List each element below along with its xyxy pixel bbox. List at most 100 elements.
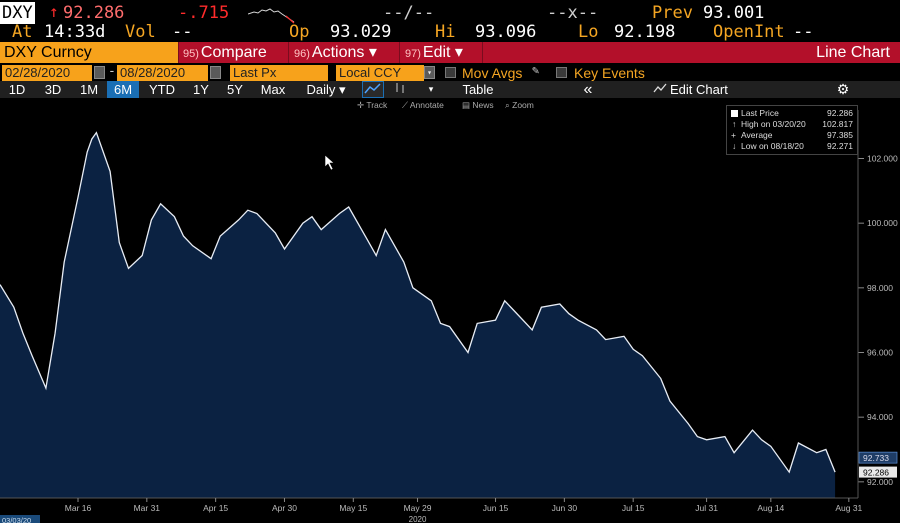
line-chart-icon[interactable] [362, 81, 384, 98]
vol-value: -- [172, 22, 193, 42]
x-tick-label: Mar 31 [134, 503, 161, 513]
up-arrow-icon: ↑ [49, 2, 59, 21]
legend-row-average: + Average 97.385 [727, 130, 857, 141]
edit-chart-icon[interactable] [652, 81, 668, 98]
white-square-icon [731, 110, 738, 117]
x-tick-label: Jun 30 [552, 503, 578, 513]
period-1d[interactable]: 1D [4, 81, 30, 98]
plus-icon: + [731, 130, 736, 140]
table-button[interactable]: Table [452, 81, 504, 98]
period-ytd[interactable]: YTD [146, 81, 178, 98]
compare-label: Compare [200, 44, 267, 61]
menu-separator [288, 42, 289, 63]
legend-row-low: ↓ Low on 08/18/20 92.271 [727, 141, 857, 152]
low-value: 92.198 [614, 22, 676, 42]
edit-number: 97) [405, 48, 421, 60]
down-arrow-icon: ↓ [732, 141, 737, 151]
date-range-dash: - [108, 64, 116, 79]
legend-row-last: Last Price 92.286 [727, 108, 857, 119]
chevron-down-icon[interactable]: ▾ [424, 66, 435, 79]
pencil-icon[interactable]: ✎ [532, 63, 539, 77]
legend-key: Low on 08/18/20 [741, 141, 804, 151]
period-max[interactable]: Max [256, 81, 290, 98]
compare-number: 95) [183, 48, 199, 60]
y-tick-label: 102.000 [867, 154, 898, 164]
low-label: Lo [578, 22, 599, 42]
currency-selector[interactable]: Local CCY [336, 65, 424, 81]
calendar-icon[interactable] [94, 66, 105, 79]
mouse-cursor-icon [324, 154, 335, 171]
x-tick-label: Apr 15 [203, 503, 228, 513]
menu-separator [482, 42, 483, 63]
edit-label: Edit ▾ [422, 44, 463, 61]
legend-value: 97.385 [827, 130, 853, 140]
price-area-fill [0, 132, 836, 498]
at-label: At [12, 22, 33, 42]
edit-button[interactable]: 97) Edit ▾ [405, 42, 463, 63]
edit-chart-button[interactable]: Edit Chart [670, 81, 740, 98]
x-tick-label: Aug 31 [835, 503, 862, 513]
x-tick-label: Jun 15 [483, 503, 509, 513]
frequency-dropdown[interactable]: Daily ▾ [298, 81, 354, 98]
first-date-label: 03/03/20 [2, 516, 31, 523]
key-events-label: Key Events [574, 65, 645, 81]
vol-label: Vol [125, 22, 156, 42]
actions-button[interactable]: 96) Actions ▾ [294, 42, 377, 63]
x-tick-label: May 29 [404, 503, 432, 513]
line-chart-area[interactable]: 102.000 100.000 98.000 96.000 94.000 92.000 Ma… [0, 98, 900, 523]
openint-label: OpenInt [713, 22, 785, 42]
x-tick-label: Apr 30 [272, 503, 297, 513]
legend-key: High on 03/20/20 [741, 119, 806, 129]
compare-button[interactable]: 95) Compare [183, 42, 267, 63]
high-value: 93.096 [475, 22, 537, 42]
bar-chart-icon[interactable] [390, 81, 412, 98]
legend-key: Last Price [741, 108, 779, 118]
menu-separator [399, 42, 400, 63]
legend-row-high: ↑ High on 03/20/20 102.817 [727, 119, 857, 130]
period-5y[interactable]: 5Y [220, 81, 250, 98]
y-tick-label: 92.000 [867, 477, 893, 487]
chevron-down-icon[interactable]: ▾ [420, 81, 442, 98]
x-tick-label: May 15 [339, 503, 367, 513]
field-selector[interactable]: Last Px [230, 65, 328, 81]
actions-number: 96) [294, 48, 310, 60]
menu-separator [178, 42, 179, 63]
legend-key: Average [741, 130, 773, 140]
y-tick-label: 100.000 [867, 218, 898, 228]
period-6m[interactable]: 6M [107, 81, 139, 98]
x-tick-label: Jul 15 [622, 503, 645, 513]
start-date-field[interactable]: 02/28/2020 [2, 65, 92, 81]
x-year-label: 2020 [409, 515, 427, 523]
reference-price-label: 92.733 [863, 453, 889, 463]
x-tick-label: Jul 31 [695, 503, 718, 513]
chart-legend: Last Price 92.286 ↑ High on 03/20/20 102… [726, 105, 858, 155]
openint-value: -- [793, 22, 814, 42]
y-tick-label: 96.000 [867, 348, 893, 358]
calendar-icon[interactable] [210, 66, 221, 79]
end-date-field[interactable]: 08/28/2020 [117, 65, 208, 81]
legend-value: 92.286 [827, 108, 853, 118]
collapse-icon[interactable]: « [576, 81, 600, 98]
y-tick-label: 98.000 [867, 283, 893, 293]
x-tick-label: Aug 14 [757, 503, 784, 513]
chart-type-title: Line Chart [816, 44, 890, 61]
period-1m[interactable]: 1M [74, 81, 104, 98]
up-arrow-icon: ↑ [732, 119, 737, 129]
key-events-checkbox[interactable] [556, 67, 567, 78]
high-label: Hi [435, 22, 456, 42]
legend-value: 92.271 [827, 141, 853, 151]
x-tick-label: Mar 16 [65, 503, 92, 513]
period-3d[interactable]: 3D [38, 81, 68, 98]
period-1y[interactable]: 1Y [186, 81, 216, 98]
time-value: 14:33d [44, 22, 106, 42]
legend-value: 102.817 [822, 119, 853, 129]
mov-avgs-label: Mov Avgs [462, 65, 523, 81]
gear-icon[interactable]: ⚙ [832, 81, 854, 98]
last-price-label: 92.286 [863, 468, 889, 478]
open-value: 93.029 [330, 22, 392, 42]
actions-label: Actions ▾ [311, 44, 377, 61]
y-tick-label: 94.000 [867, 412, 893, 422]
security-field[interactable]: DXY Curncy [0, 42, 178, 63]
mov-avgs-checkbox[interactable] [445, 67, 456, 78]
open-label: Op [289, 22, 310, 42]
